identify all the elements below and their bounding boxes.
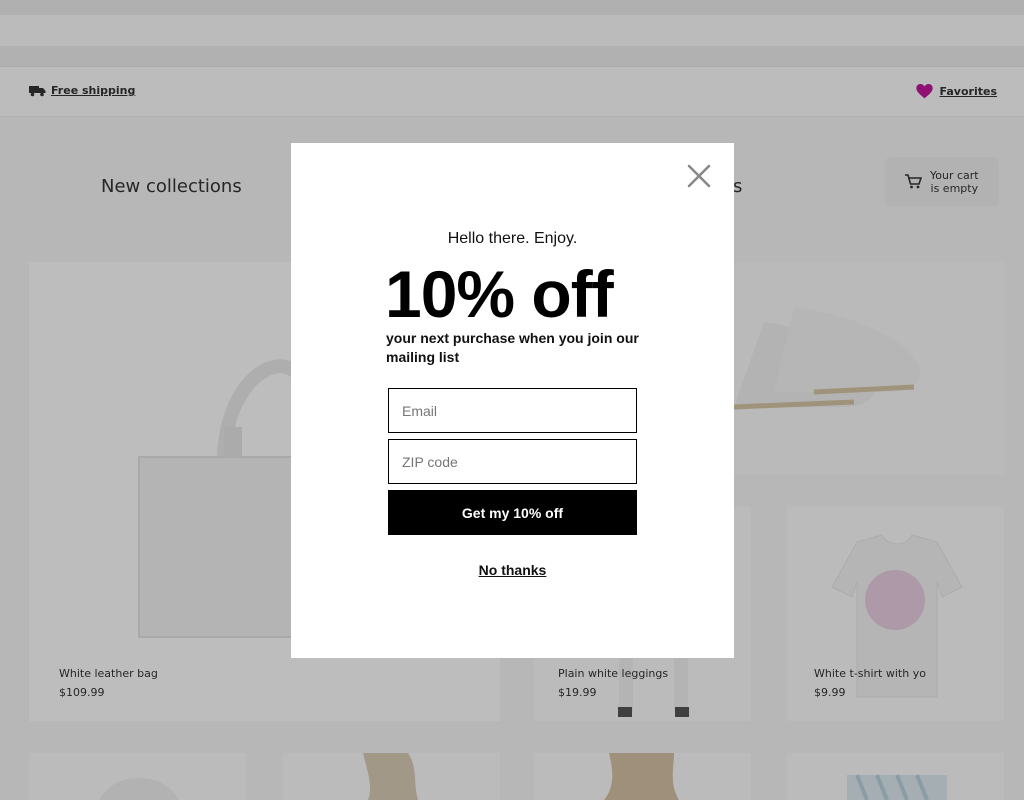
get-discount-button[interactable]: Get my 10% off <box>388 490 637 535</box>
offer-description: your next purchase when you join our mai… <box>386 330 639 365</box>
no-thanks-link[interactable]: No thanks <box>479 562 547 578</box>
greeting-text: Hello there. Enjoy. <box>447 230 578 247</box>
discount-headline: 10% off <box>385 257 614 331</box>
signup-modal: Hello there. Enjoy. 10% off your next pu… <box>291 143 734 658</box>
close-button[interactable] <box>686 163 712 189</box>
email-field[interactable] <box>388 388 637 433</box>
zip-code-field[interactable] <box>388 439 637 484</box>
close-icon <box>687 164 711 188</box>
decline-link-wrapper: No thanks <box>291 560 734 579</box>
